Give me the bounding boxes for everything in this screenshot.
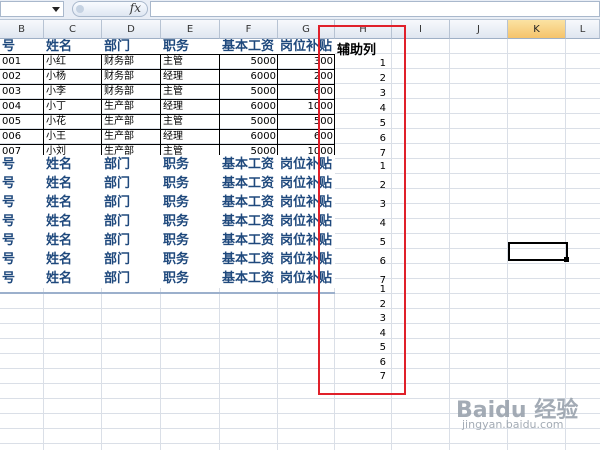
header-cell[interactable]: 部门: [102, 194, 161, 211]
header-cell[interactable]: 姓名: [44, 251, 102, 268]
header-cell[interactable]: 部门: [102, 251, 161, 268]
header-cell[interactable]: 职务: [161, 39, 220, 55]
table-cell[interactable]: 财务部: [102, 69, 161, 84]
table-cell[interactable]: 005: [0, 114, 44, 129]
header-cell[interactable]: 基本工资: [220, 156, 278, 173]
header-cell[interactable]: 姓名: [44, 270, 102, 287]
formula-bar: fx: [0, 0, 600, 20]
table-cell[interactable]: 小李: [44, 84, 102, 99]
table-cell[interactable]: 生产部: [102, 129, 161, 144]
watermark: Baidu 经验 jingyan.baidu.com: [456, 390, 596, 438]
header-cell[interactable]: 号: [0, 232, 44, 249]
table-cell[interactable]: 001: [0, 54, 44, 69]
table-cell[interactable]: 财务部: [102, 84, 161, 99]
header-cell[interactable]: 姓名: [44, 194, 102, 211]
header-cell[interactable]: 号: [0, 156, 44, 173]
grid-row-line: [0, 323, 600, 324]
header-cell[interactable]: 职务: [161, 175, 220, 192]
table-cell[interactable]: 生产部: [102, 114, 161, 129]
name-box-dropdown-icon[interactable]: [52, 7, 60, 12]
table-cell[interactable]: 小红: [44, 54, 102, 69]
column-header-d[interactable]: D: [102, 20, 161, 39]
name-box[interactable]: [0, 1, 64, 17]
column-header-l[interactable]: L: [566, 20, 600, 39]
header-cell[interactable]: 部门: [102, 232, 161, 249]
header-cell[interactable]: 部门: [102, 270, 161, 287]
header-cell[interactable]: 号: [0, 194, 44, 211]
header-cell[interactable]: 职务: [161, 270, 220, 287]
column-header-j[interactable]: J: [450, 20, 508, 39]
header-cell[interactable]: 部门: [102, 156, 161, 173]
header-cell[interactable]: 部门: [102, 213, 161, 230]
header-cell[interactable]: 职务: [161, 156, 220, 173]
header-cell[interactable]: 基本工资: [220, 213, 278, 230]
table-cell[interactable]: 6000: [220, 69, 278, 84]
header-cell[interactable]: 职务: [161, 232, 220, 249]
table-cell[interactable]: 主管: [161, 114, 220, 129]
fx-icon: fx: [129, 1, 141, 15]
header-cell[interactable]: 姓名: [44, 232, 102, 249]
header-cell[interactable]: 职务: [161, 194, 220, 211]
table-cell[interactable]: 小王: [44, 129, 102, 144]
header-cell[interactable]: 姓名: [44, 175, 102, 192]
header-cell[interactable]: 号: [0, 251, 44, 268]
table-cell[interactable]: 财务部: [102, 54, 161, 69]
collapse-icon: [76, 5, 84, 13]
grid-row-line: [0, 308, 600, 309]
table-cell[interactable]: 小丁: [44, 99, 102, 114]
table-cell[interactable]: 6000: [220, 129, 278, 144]
grid-row-line: [0, 383, 600, 384]
header-cell[interactable]: 职务: [161, 213, 220, 230]
aux-column-highlight: [318, 25, 406, 395]
grid-row-line: [0, 338, 600, 339]
table-cell[interactable]: 004: [0, 99, 44, 114]
column-header-e[interactable]: E: [161, 20, 220, 39]
header-cell[interactable]: 基本工资: [220, 194, 278, 211]
column-header-k[interactable]: K: [508, 20, 566, 39]
table-cell[interactable]: 经理: [161, 99, 220, 114]
table-cell[interactable]: 小花: [44, 114, 102, 129]
column-header-c[interactable]: C: [44, 20, 102, 39]
table-cell[interactable]: 经理: [161, 129, 220, 144]
header-cell[interactable]: 号: [0, 39, 44, 55]
fill-handle[interactable]: [564, 257, 569, 262]
selected-cell[interactable]: [508, 242, 568, 261]
header-cell[interactable]: 基本工资: [220, 251, 278, 268]
grid-column-line: [449, 39, 450, 450]
header-cell[interactable]: 部门: [102, 175, 161, 192]
table-cell[interactable]: 5000: [220, 114, 278, 129]
table-cell[interactable]: 小杨: [44, 69, 102, 84]
header-cell[interactable]: 号: [0, 270, 44, 287]
header-cell[interactable]: 基本工资: [220, 39, 278, 55]
header-cell[interactable]: 姓名: [44, 156, 102, 173]
header-cell[interactable]: 基本工资: [220, 232, 278, 249]
formula-input[interactable]: [150, 1, 600, 17]
grid-row-line: [0, 368, 600, 369]
table-cell[interactable]: 6000: [220, 99, 278, 114]
table-cell[interactable]: 主管: [161, 84, 220, 99]
table-cell[interactable]: 003: [0, 84, 44, 99]
table-cell[interactable]: 006: [0, 129, 44, 144]
header-cell[interactable]: 姓名: [44, 213, 102, 230]
table-cell[interactable]: 5000: [220, 84, 278, 99]
table-cell[interactable]: 经理: [161, 69, 220, 84]
table-cell[interactable]: 生产部: [102, 99, 161, 114]
table-cell[interactable]: 002: [0, 69, 44, 84]
header-cell[interactable]: 基本工资: [220, 270, 278, 287]
column-header-b[interactable]: B: [0, 20, 44, 39]
table-cell[interactable]: 5000: [220, 54, 278, 69]
grid-row-line: [0, 353, 600, 354]
header-cell[interactable]: 基本工资: [220, 175, 278, 192]
table-cell[interactable]: 主管: [161, 54, 220, 69]
header-cell[interactable]: 部门: [102, 39, 161, 55]
header-cell[interactable]: 姓名: [44, 39, 102, 55]
column-header-f[interactable]: F: [220, 20, 278, 39]
grid-row-line: [0, 443, 600, 444]
table-bottom-rule: [0, 292, 335, 294]
watermark-url: jingyan.baidu.com: [462, 418, 564, 431]
header-cell[interactable]: 号: [0, 213, 44, 230]
header-cell[interactable]: 号: [0, 175, 44, 192]
function-button[interactable]: fx: [72, 1, 148, 17]
header-cell[interactable]: 职务: [161, 251, 220, 268]
